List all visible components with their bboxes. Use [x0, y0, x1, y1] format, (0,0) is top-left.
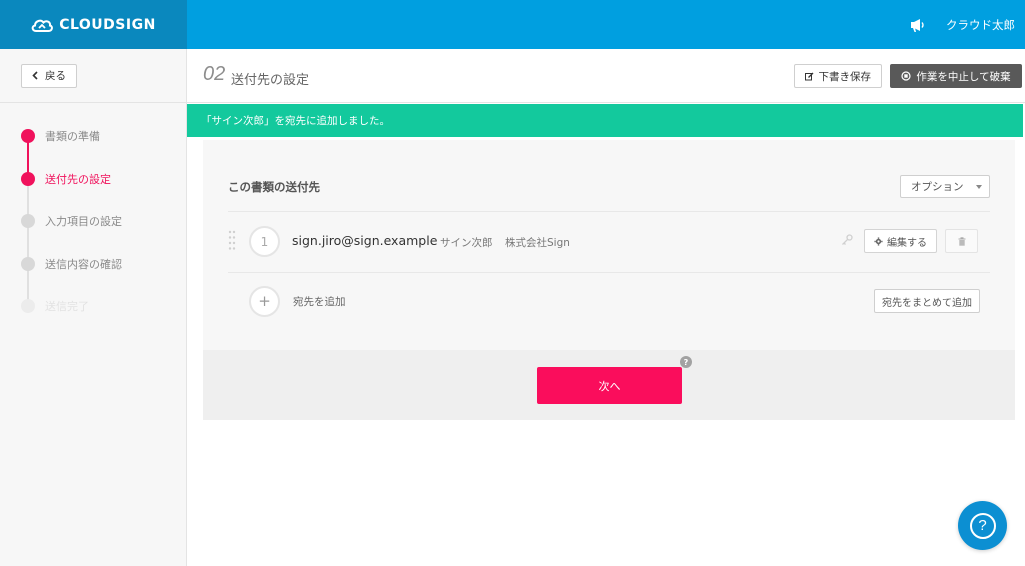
recipient-email: sign.jiro@sign.example	[292, 233, 438, 248]
user-menu[interactable]: クラウド太郎	[946, 17, 1015, 33]
drag-handle-icon[interactable]	[228, 230, 236, 252]
save-draft-label: 下書き保存	[818, 70, 872, 83]
step-item-prepare: 書類の準備	[0, 115, 186, 158]
step-item-complete: 送信完了	[0, 285, 186, 328]
help-icon: ?	[969, 512, 996, 539]
step-dot	[21, 214, 35, 229]
stop-circle-icon	[901, 71, 912, 81]
step-progress: 書類の準備 送付先の設定 入力項目の設定 送信内容の確認 送信完了	[0, 103, 186, 328]
bulk-add-button[interactable]: 宛先をまとめて追加	[874, 289, 980, 313]
step-dot	[21, 299, 35, 314]
question-icon[interactable]: ?	[680, 356, 692, 368]
step-label: 送付先の設定	[45, 172, 111, 186]
delete-recipient-button[interactable]	[945, 229, 978, 253]
step-dot	[21, 129, 35, 144]
abort-button[interactable]: 作業を中止して破棄	[890, 64, 1022, 88]
page-header: 02 送付先の設定 下書き保存 作業を中止して破棄	[187, 49, 1025, 103]
save-draft-button[interactable]: 下書き保存	[793, 64, 882, 88]
step-label: 送信内容の確認	[45, 257, 122, 271]
back-button[interactable]: 戻る	[21, 63, 77, 88]
add-recipient-label[interactable]: 宛先を追加	[293, 294, 346, 309]
back-label: 戻る	[45, 70, 66, 82]
success-notice: 「サイン次郎」を宛先に追加しました。	[187, 104, 1023, 137]
key-icon[interactable]	[841, 234, 853, 246]
recipients-card: この書類の送付先 オプション 1 sign.jiro@sign.example …	[203, 140, 1015, 420]
edit-label: 編集する	[887, 237, 927, 249]
option-dropdown[interactable]: オプション	[900, 175, 990, 198]
add-recipient-row: + 宛先を追加 宛先をまとめて追加	[228, 273, 990, 331]
step-item-recipients: 送付先の設定	[0, 158, 186, 201]
step-item-fields: 入力項目の設定	[0, 200, 186, 243]
next-button[interactable]: 次へ	[537, 367, 682, 404]
step-dot	[21, 256, 35, 271]
recipient-row: 1 sign.jiro@sign.example サイン次郎 株式会社Sign …	[228, 212, 990, 272]
notice-text: 「サイン次郎」を宛先に追加しました。	[201, 115, 390, 127]
cloud-logo-icon	[31, 19, 54, 32]
recipient-name: サイン次郎	[440, 237, 493, 249]
trash-icon	[958, 236, 965, 246]
gear-icon	[874, 236, 883, 246]
section-title: この書類の送付先	[228, 180, 320, 194]
step-number: 02	[203, 63, 226, 85]
step-dot	[21, 171, 35, 186]
abort-label: 作業を中止して破棄	[916, 70, 1011, 83]
logo[interactable]: CLOUDSIGN	[0, 0, 187, 49]
top-header: CLOUDSIGN クラウド太郎	[0, 0, 1025, 49]
edit-recipient-button[interactable]: 編集する	[864, 229, 937, 253]
edit-icon	[804, 72, 813, 80]
recipient-order: 1	[249, 226, 280, 257]
card-footer: 次へ ?	[203, 350, 1015, 420]
step-label: 書類の準備	[45, 130, 100, 144]
chevron-left-icon	[32, 71, 38, 80]
caret-down-icon	[975, 184, 982, 189]
logo-text: CLOUDSIGN	[59, 16, 156, 33]
page-title: 送付先の設定	[231, 73, 310, 88]
step-label: 送信完了	[45, 300, 89, 314]
recipient-company: 株式会社Sign	[505, 237, 570, 249]
sidebar: 戻る 書類の準備 送付先の設定 入力項目の設定 送信内容の確認 送信完了	[0, 49, 187, 566]
step-item-confirm: 送信内容の確認	[0, 243, 186, 286]
option-label: オプション	[911, 181, 964, 193]
step-label: 入力項目の設定	[45, 215, 122, 229]
add-recipient-button[interactable]: +	[249, 286, 280, 317]
help-button[interactable]: ?	[958, 501, 1007, 550]
megaphone-icon[interactable]	[908, 16, 926, 34]
